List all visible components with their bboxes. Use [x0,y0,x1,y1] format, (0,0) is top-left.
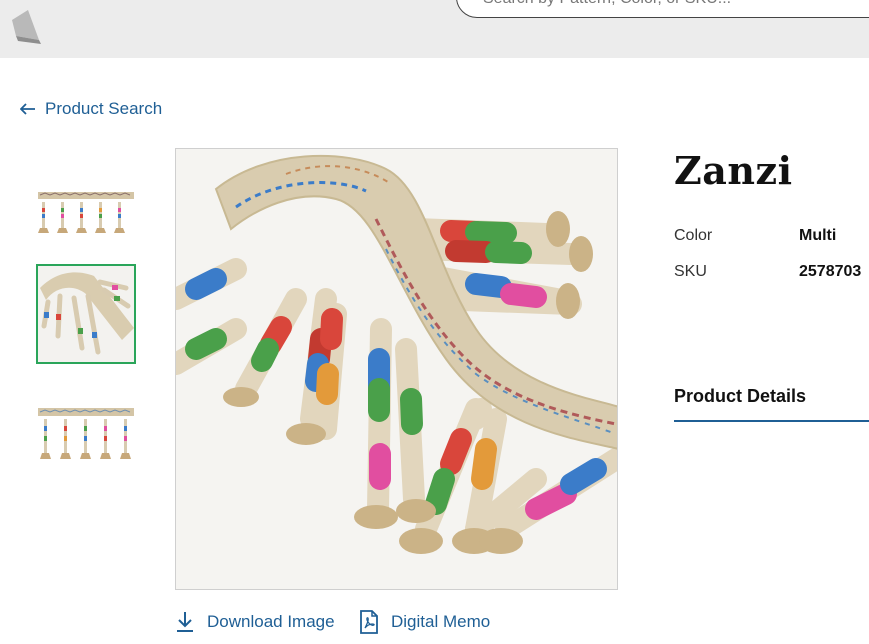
back-to-product-search-link[interactable]: Product Search [20,99,162,119]
trim-coil-icon [38,266,134,362]
back-link-label: Product Search [45,99,163,118]
tassel-trim-illustration [176,149,617,589]
download-image-label: Download Image [207,612,335,631]
digital-memo-button[interactable]: Digital Memo [359,610,490,634]
sku-value: 2578703 [799,263,862,280]
download-icon [177,612,193,632]
arrow-left-icon [20,103,35,115]
product-details-label: Product Details [674,386,807,406]
pdf-document-icon [360,610,378,634]
thumbnail-2-selected[interactable] [36,264,136,364]
trim-straight-alt-icon [38,408,134,459]
digital-memo-label: Digital Memo [391,612,491,631]
logo-icon[interactable] [8,6,42,46]
thumbnail-1[interactable] [36,154,136,254]
search-input[interactable]: Search by Pattern, Color, or SKU... [456,0,869,18]
site-header: Search by Pattern, Color, or SKU... [0,0,869,58]
color-value: Multi [799,227,837,244]
product-title: Zanzi [674,148,793,193]
product-main-image[interactable] [175,148,618,590]
thumbnail-3[interactable] [36,376,136,476]
tab-product-details[interactable]: Product Details [674,386,869,422]
search-placeholder: Search by Pattern, Color, or SKU... [483,0,731,8]
download-image-button[interactable]: Download Image [175,610,335,634]
color-label: Color [674,227,713,244]
trim-straight-icon [38,192,134,233]
sku-label: SKU [674,263,707,280]
